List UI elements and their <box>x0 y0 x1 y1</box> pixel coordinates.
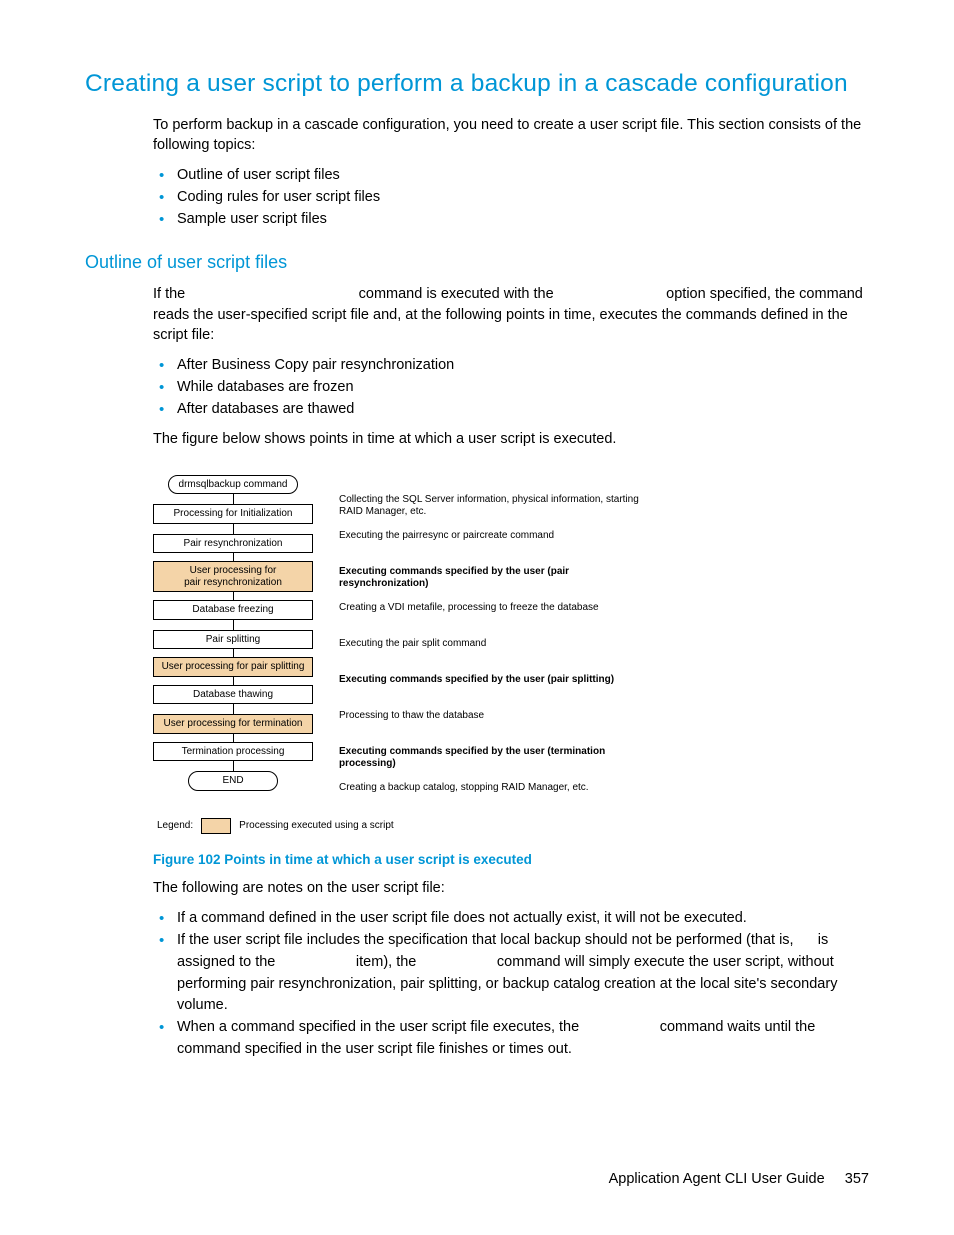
flow-box: Database thawing <box>153 685 313 705</box>
list-item: Outline of user script files <box>153 165 869 187</box>
legend-label: Legend: <box>157 820 193 831</box>
figure-diagram: drmsqlbackup command Processing for Init… <box>153 460 869 834</box>
connector <box>233 734 234 742</box>
legend-swatch <box>201 818 231 834</box>
list-item: When a command specified in the user scr… <box>153 1017 869 1061</box>
flow-box: Pair resynchronization <box>153 534 313 554</box>
intro-paragraph: To perform backup in a cascade configura… <box>153 116 869 155</box>
notes-intro: The following are notes on the user scri… <box>153 879 869 899</box>
figure-intro: The figure below shows points in time at… <box>153 430 869 450</box>
timing-bullet-list: After Business Copy pair resynchronizati… <box>153 355 869 420</box>
connector <box>233 704 234 714</box>
legend-text: Processing executed using a script <box>239 820 394 831</box>
connector <box>233 677 234 685</box>
page-container: Creating a user script to perform a back… <box>0 0 954 1235</box>
flow-box-user: User processing for pair splitting <box>153 657 313 677</box>
flow-description: Collecting the SQL Server information, p… <box>339 494 639 518</box>
footer-title: Application Agent CLI User Guide <box>609 1171 825 1187</box>
list-item: Coding rules for user script files <box>153 187 869 209</box>
flow-description: Executing commands specified by the user… <box>339 674 639 698</box>
flow-description: Executing the pairresync or paircreate c… <box>339 530 639 554</box>
flow-description: Processing to thaw the database <box>339 710 639 734</box>
sub-intro-paragraph: If the command is executed with the opti… <box>153 285 869 345</box>
section-heading: Creating a user script to perform a back… <box>85 70 869 98</box>
sub-heading: Outline of user script files <box>85 252 869 273</box>
intro-bullet-list: Outline of user script files Coding rule… <box>153 165 869 230</box>
list-item: If the user script file includes the spe… <box>153 930 869 1017</box>
flow-box: Pair splitting <box>153 630 313 650</box>
flow-box-end: END <box>188 771 278 791</box>
flow-box-user: User processing for pair resynchronizati… <box>153 561 313 592</box>
connector <box>233 524 234 534</box>
notes-list: If a command defined in the user script … <box>153 908 869 1060</box>
flow-description: Executing commands specified by the user… <box>339 566 639 590</box>
list-item: If a command defined in the user script … <box>153 908 869 930</box>
flow-description: Creating a VDI metafile, processing to f… <box>339 602 639 626</box>
connector <box>233 553 234 561</box>
connector <box>233 649 234 657</box>
list-item: Sample user script files <box>153 209 869 231</box>
flow-description: Executing commands specified by the user… <box>339 746 639 770</box>
flow-box-user: User processing for termination <box>153 714 313 734</box>
flow-box-command: drmsqlbackup command <box>168 475 298 495</box>
list-item: While databases are frozen <box>153 377 869 399</box>
connector <box>233 620 234 630</box>
list-item: After databases are thawed <box>153 399 869 421</box>
flow-description: Executing the pair split command <box>339 638 639 662</box>
list-item: After Business Copy pair resynchronizati… <box>153 355 869 377</box>
connector <box>233 761 234 771</box>
legend: Legend: Processing executed using a scri… <box>157 818 869 834</box>
connector <box>233 592 234 600</box>
text-fragment: command is executed with the <box>359 286 558 302</box>
flow-box: Database freezing <box>153 600 313 620</box>
connector <box>233 494 234 504</box>
flow-box: Processing for Initialization <box>153 504 313 524</box>
description-column: Collecting the SQL Server information, p… <box>339 460 639 806</box>
footer-page-number: 357 <box>845 1171 869 1187</box>
code-placeholder <box>189 287 354 303</box>
page-footer: Application Agent CLI User Guide 357 <box>609 1171 869 1187</box>
code-placeholder <box>558 287 662 303</box>
text-fragment: If the <box>153 286 189 302</box>
flow-box: Termination processing <box>153 742 313 762</box>
flow-description: Creating a backup catalog, stopping RAID… <box>339 782 639 806</box>
figure-caption: Figure 102 Points in time at which a use… <box>153 852 869 867</box>
flow-row: drmsqlbackup command Processing for Init… <box>153 460 869 806</box>
flow-column: drmsqlbackup command Processing for Init… <box>153 475 313 791</box>
